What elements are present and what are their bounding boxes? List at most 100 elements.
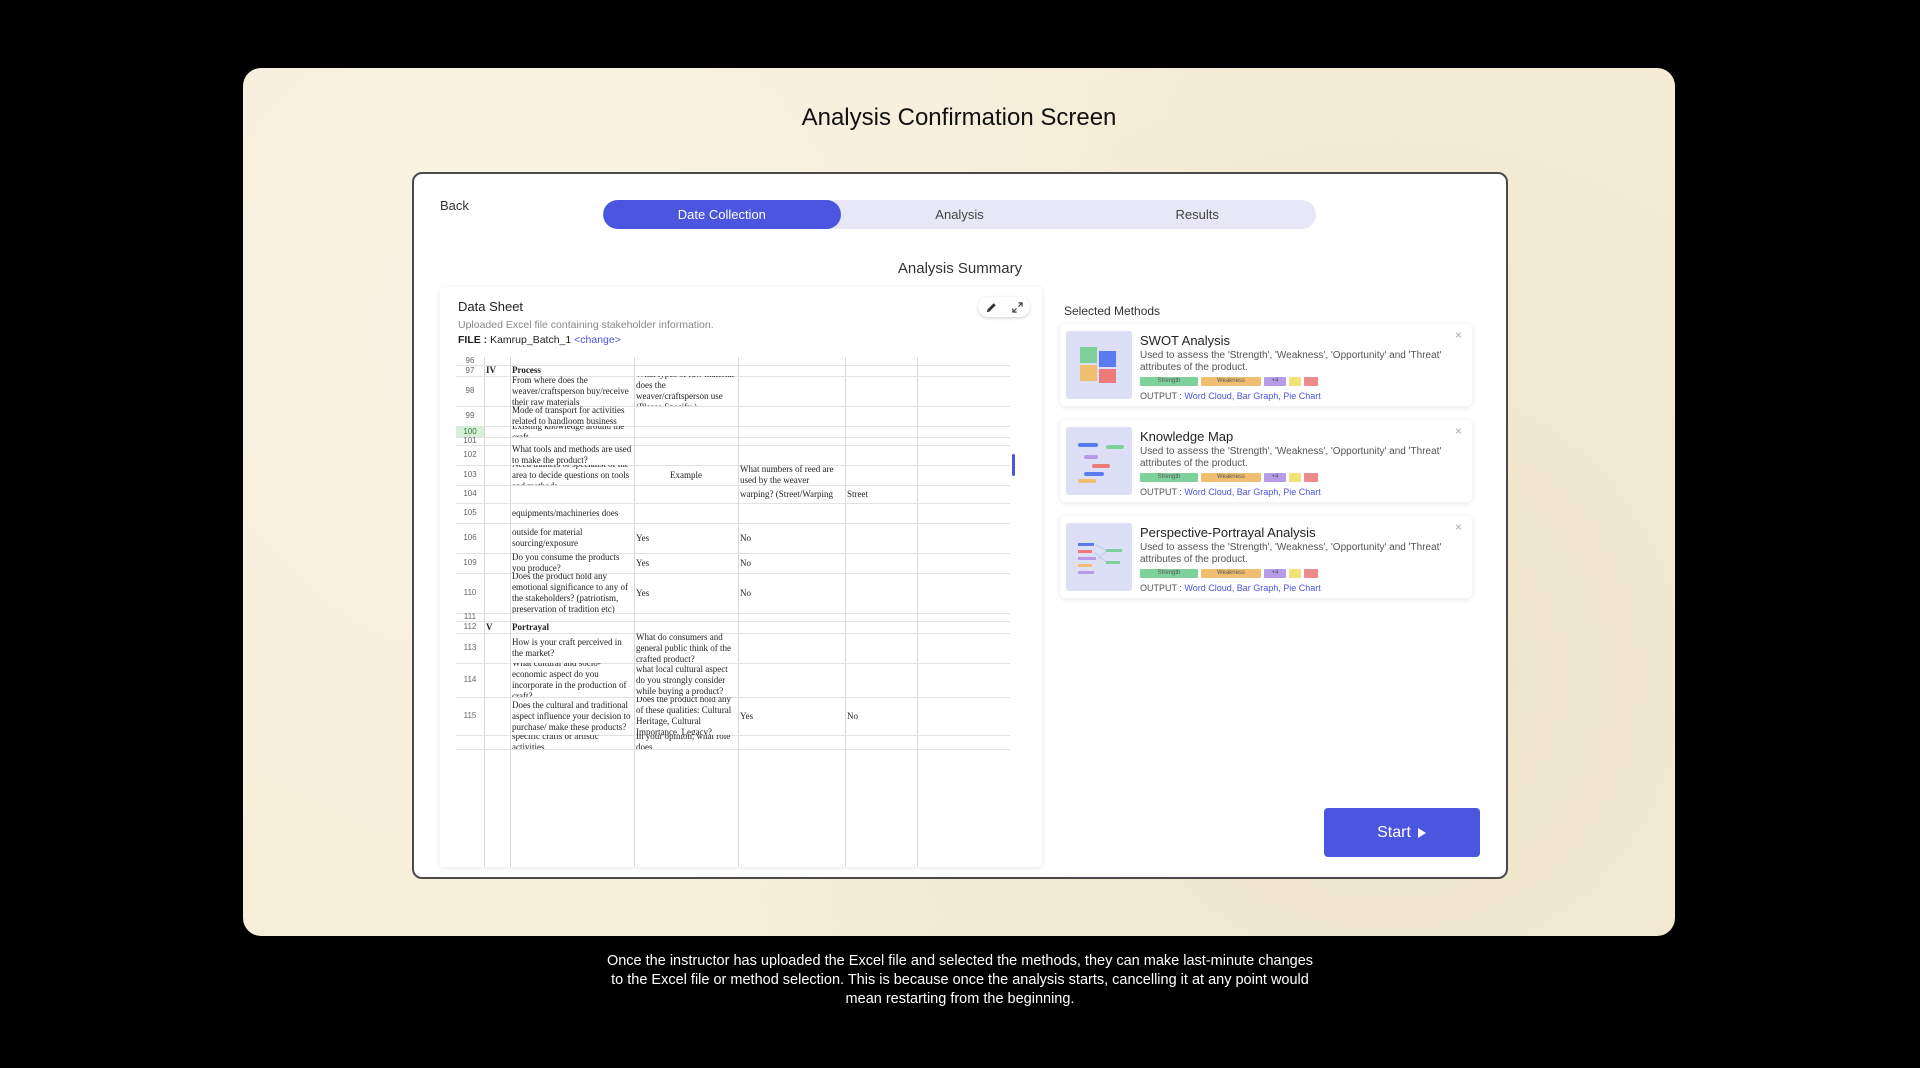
sheet-cell	[847, 573, 915, 613]
sheet-cell	[847, 613, 915, 621]
step-tabs: Date Collection Analysis Results	[603, 200, 1316, 229]
method-card-knowledge-map[interactable]: Knowledge Map Used to assess the 'Streng…	[1060, 420, 1472, 502]
row-number: 98	[465, 386, 475, 395]
sheet-cell	[847, 406, 915, 426]
method-name: SWOT Analysis	[1140, 333, 1231, 348]
sheet-cell: How is your craft perceived in the marke…	[512, 637, 622, 658]
row-number: 102	[463, 450, 477, 459]
row-number: 96	[465, 357, 475, 365]
method-tags: Strength Weakness +4	[1140, 473, 1318, 482]
perspective-portrayal-thumbnail	[1066, 523, 1132, 591]
sheet-cell: No	[740, 587, 751, 598]
sheet-cell	[847, 437, 915, 445]
sheet-cell	[847, 621, 915, 633]
tag-strength: Strength	[1140, 377, 1198, 386]
spreadsheet-scrollbar[interactable]	[1012, 454, 1015, 476]
sheet-cell	[636, 503, 736, 523]
sheet-cell	[847, 357, 915, 365]
row-number: 110	[463, 588, 477, 597]
presentation-card: Analysis Confirmation Screen Back Date C…	[243, 68, 1675, 936]
sheet-cell	[486, 613, 508, 621]
sheet-cell: Yes	[636, 532, 650, 543]
tag-weakness: Weakness	[1201, 377, 1261, 386]
sheet-cell: warping? (Street/Warping	[740, 488, 833, 499]
tag-swatch	[1304, 473, 1318, 482]
back-button[interactable]: Back	[440, 198, 469, 213]
sheet-cell	[740, 735, 843, 749]
sheet-cell: From where does the weaver/craftsperson …	[512, 376, 629, 406]
sheet-cell	[486, 735, 508, 749]
method-name: Perspective-Portrayal Analysis	[1140, 525, 1316, 540]
sheet-cell: equipments/machineries does	[512, 507, 619, 518]
sheet-cell	[636, 426, 736, 437]
sheet-cell	[847, 465, 915, 485]
sheet-cell	[486, 376, 508, 406]
sheet-cell: Does the product hold any of these quali…	[636, 697, 732, 735]
step-tab-results[interactable]: Results	[1078, 200, 1316, 229]
method-tags: Strength Weakness +4	[1140, 569, 1318, 578]
sheet-cell	[847, 376, 915, 406]
sheet-cell: No	[740, 532, 751, 543]
tag-swatch	[1304, 377, 1318, 386]
step-label: Analysis	[935, 207, 984, 222]
tag-weakness: Weakness	[1201, 473, 1261, 482]
row-number: 97	[465, 366, 475, 375]
sheet-cell	[512, 437, 632, 445]
row-number: 111	[463, 612, 477, 621]
output-list: Word Cloud, Bar Graph, Pie Chart	[1184, 583, 1321, 593]
row-number: 112	[463, 622, 477, 631]
step-tab-data-collection[interactable]: Date Collection	[603, 200, 841, 229]
start-button[interactable]: Start	[1324, 808, 1480, 857]
sheet-actions	[978, 297, 1030, 317]
sheet-cell	[847, 523, 915, 553]
row-number: 101	[463, 436, 477, 445]
sheet-cell: Process	[512, 365, 541, 375]
sheet-cell	[740, 503, 843, 523]
sheet-cell	[636, 485, 736, 503]
sheet-cell: Yes	[740, 710, 754, 721]
slide-caption: Once the instructor has uploaded the Exc…	[606, 953, 1314, 1007]
sheet-cell	[740, 357, 843, 365]
row-number	[456, 735, 484, 749]
pencil-icon[interactable]	[982, 298, 1000, 316]
sheet-cell	[740, 445, 843, 465]
step-tab-analysis[interactable]: Analysis	[841, 200, 1079, 229]
row-divider	[456, 749, 1010, 750]
sheet-cell	[847, 553, 915, 573]
sheet-cell	[740, 621, 843, 633]
sheet-cell	[486, 523, 508, 553]
method-card-swot[interactable]: SWOT Analysis Used to assess the 'Streng…	[1060, 324, 1472, 406]
sheet-cell	[636, 445, 736, 465]
tag-weakness: Weakness	[1201, 569, 1261, 578]
change-file-link[interactable]: <change>	[574, 334, 621, 346]
remove-method-icon[interactable]: ×	[1455, 424, 1462, 438]
remove-method-icon[interactable]: ×	[1455, 328, 1462, 342]
sheet-cell	[847, 426, 915, 437]
sheet-cell	[740, 365, 843, 376]
file-info: FILE : Kamrup_Batch_1 <change>	[458, 334, 621, 346]
step-label: Date Collection	[677, 207, 766, 222]
row-number: 106	[463, 533, 477, 542]
spreadsheet-preview[interactable]: 96 97 IV Process 98 From where does the weave…	[456, 357, 1018, 867]
sheet-cell	[740, 663, 843, 697]
sheet-cell: Portrayal	[512, 621, 549, 632]
sheet-cell	[486, 633, 508, 663]
page-heading: Analysis Confirmation Screen	[801, 104, 1117, 131]
expand-icon[interactable]	[1008, 298, 1026, 316]
method-tags: Strength Weakness +4	[1140, 377, 1318, 386]
output-label: OUTPUT :	[1140, 391, 1182, 401]
tag-more: +4	[1264, 569, 1286, 578]
sheet-cell	[740, 376, 843, 406]
sheet-cell	[636, 621, 736, 633]
sheet-cell	[740, 437, 843, 445]
remove-method-icon[interactable]: ×	[1455, 520, 1462, 534]
sheet-cell: outside for material sourcing/exposure	[512, 527, 583, 548]
app-window: Back Date Collection Analysis Results An…	[412, 172, 1508, 879]
method-output: OUTPUT : Word Cloud, Bar Graph, Pie Char…	[1140, 391, 1321, 401]
tag-swatch	[1289, 473, 1301, 482]
data-sheet-subtitle: Uploaded Excel file containing stakehold…	[458, 319, 714, 331]
sheet-cell	[636, 357, 736, 365]
method-card-perspective-portrayal[interactable]: Perspective-Portrayal Analysis Used to a…	[1060, 516, 1472, 598]
sheet-cell	[636, 365, 736, 376]
sheet-cell: What types of raw material does the weav…	[636, 376, 734, 406]
